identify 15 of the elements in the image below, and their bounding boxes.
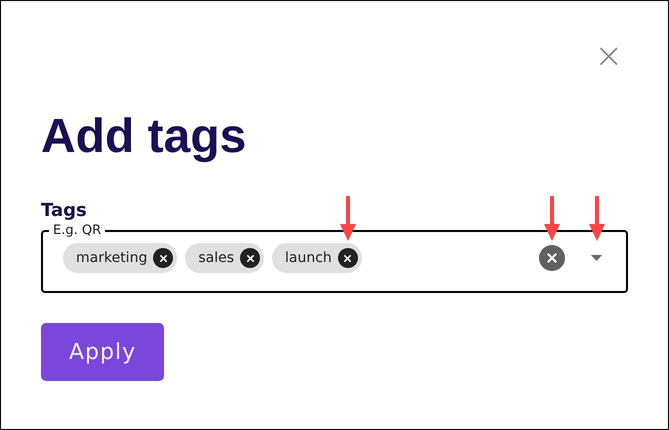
apply-button[interactable]: Apply — [41, 323, 164, 381]
caret-icon — [591, 255, 602, 261]
remove-tag-button[interactable] — [240, 248, 260, 268]
close-icon — [343, 254, 352, 262]
close-icon — [246, 254, 255, 262]
tag-label: launch — [285, 248, 332, 268]
tag-label: marketing — [76, 248, 148, 268]
close-icon — [546, 252, 558, 264]
field-placeholder: E.g. QR — [52, 224, 102, 237]
tag-label: sales — [198, 248, 234, 268]
dialog-title: Add tags — [41, 113, 248, 161]
close-icon — [158, 254, 168, 262]
field-label: Tags — [41, 199, 88, 223]
remove-tag-button[interactable] — [153, 248, 174, 268]
close-button[interactable]: × — [594, 39, 623, 73]
